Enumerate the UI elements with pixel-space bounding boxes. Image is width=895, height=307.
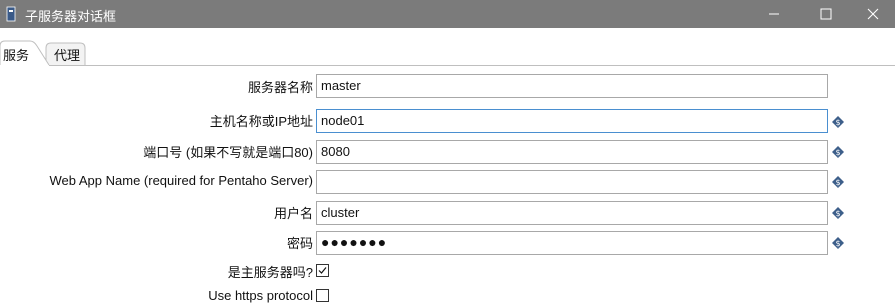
server-name-input[interactable]: master <box>316 74 828 98</box>
tab-proxy[interactable]: 代理 <box>54 45 80 64</box>
password-label: 密码 <box>286 236 313 251</box>
tab-strip: 服务 代理 <box>0 28 895 66</box>
checkmark-icon <box>318 267 327 274</box>
webapp-label: Web App Name (required for Pentaho Serve… <box>49 173 313 188</box>
svg-text:$: $ <box>835 209 840 218</box>
port-input[interactable]: 8080 <box>316 140 828 164</box>
svg-text:$: $ <box>835 178 840 187</box>
webapp-input[interactable] <box>316 170 828 194</box>
variable-diamond-icon[interactable]: $ <box>832 176 844 188</box>
username-input[interactable]: cluster <box>316 201 828 225</box>
variable-diamond-icon[interactable]: $ <box>832 207 844 219</box>
is-master-checkbox[interactable] <box>316 264 329 277</box>
svg-text:$: $ <box>835 239 840 248</box>
minimize-button[interactable] <box>752 0 796 28</box>
form-panel: 服务器名称 master 主机名称或IP地址 node01 $ 端口号 (如果不… <box>0 66 895 307</box>
app-icon <box>6 6 16 22</box>
window-title: 子服务器对话框 <box>25 9 117 24</box>
title-bar: 子服务器对话框 <box>0 0 895 28</box>
close-icon <box>867 8 879 20</box>
maximize-icon <box>820 8 832 20</box>
close-button[interactable] <box>851 0 895 28</box>
server-name-label: 服务器名称 <box>247 80 313 95</box>
is-master-label: 是主服务器吗? <box>227 265 313 280</box>
https-label: Use https protocol <box>208 288 313 303</box>
hostname-input[interactable]: node01 <box>316 109 828 133</box>
maximize-button[interactable] <box>804 0 848 28</box>
tab-service[interactable]: 服务 <box>3 45 29 64</box>
https-checkbox[interactable] <box>316 289 329 302</box>
hostname-label: 主机名称或IP地址 <box>209 114 313 129</box>
port-label: 端口号 (如果不写就是端口80) <box>143 145 313 160</box>
variable-diamond-icon[interactable]: $ <box>832 116 844 128</box>
password-input[interactable]: ●●●●●●● <box>316 231 828 255</box>
variable-diamond-icon[interactable]: $ <box>832 237 844 249</box>
variable-diamond-icon[interactable]: $ <box>832 146 844 158</box>
minimize-icon <box>769 13 779 15</box>
svg-text:$: $ <box>835 148 840 157</box>
svg-text:$: $ <box>835 118 840 127</box>
tab-shapes <box>0 40 895 66</box>
username-label: 用户名 <box>273 206 313 221</box>
